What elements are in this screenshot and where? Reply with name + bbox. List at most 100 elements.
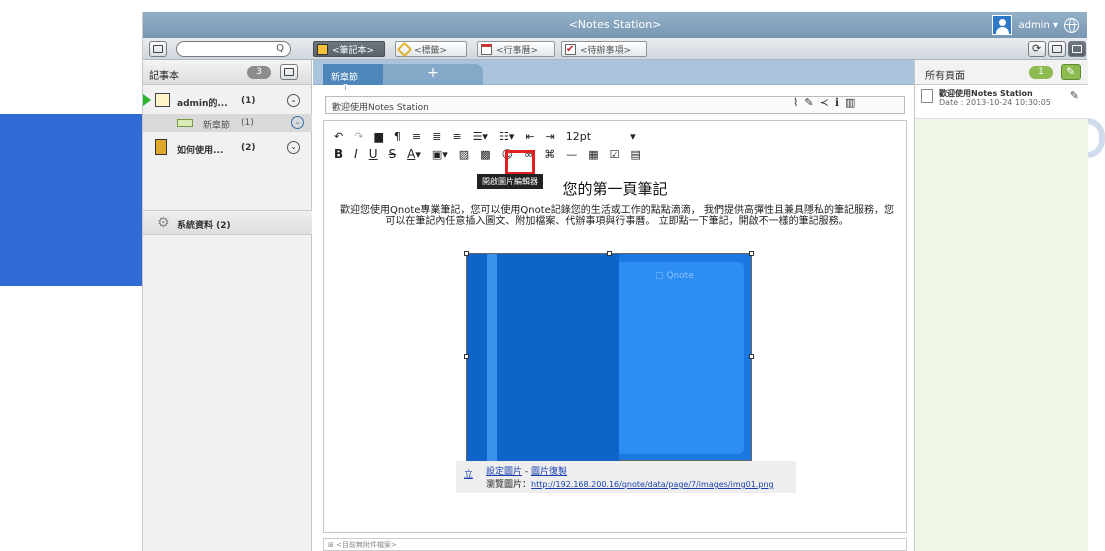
background-decoration [0,114,142,286]
note-image[interactable]: ▢ Qnote [464,251,754,462]
trash-icon[interactable]: ▥ [845,96,861,109]
image-url-link[interactable]: http://192.168.200.16/qnote/data/page/7/… [531,480,774,489]
align-right-icon[interactable]: ≡ [452,130,461,143]
sidebar-item-system[interactable]: ⚙ 系統資料 (2) [143,210,312,235]
resize-handle[interactable] [607,251,612,256]
sidebar-item-section[interactable]: 新章節 (1) ⌄ [143,114,312,132]
resize-handle[interactable] [464,251,469,256]
search-input[interactable]: Q [176,41,291,57]
list-icon [1052,45,1062,53]
page-list-item[interactable]: 歡迎使用Notes Station Date : 2013-10-24 10:3… [915,85,1089,119]
tab-tags[interactable]: <標籤> [395,41,467,57]
resize-handle[interactable] [464,354,469,359]
attachments-bar[interactable]: ⊞ <目前無附件檔案> [323,538,907,551]
chevron-down-icon[interactable]: ⌄ [287,141,300,154]
align-center-icon[interactable]: ≣ [432,130,441,143]
info-icon[interactable]: ℹ [835,96,845,109]
info-icon[interactable]: i [341,84,350,93]
paragraph-icon[interactable]: ¶ [394,130,401,143]
chevron-down-icon[interactable]: ▾ [630,130,636,143]
unlink-icon[interactable]: ⌘ [544,148,555,161]
user-name[interactable]: admin ▾ [1018,20,1058,31]
title-bar: <Notes Station> admin ▾ [143,12,1087,38]
calendar-icon[interactable]: ▤ [631,148,641,161]
image-editor-highlight [505,150,535,175]
tab-section[interactable]: 新章節 i [323,64,383,93]
tag-icon[interactable]: ✎ [804,96,819,109]
notes-station-window: <Notes Station> admin ▾ Q <筆記本> <標籤> <行事… [142,12,1089,551]
undo-icon[interactable]: ↶ [334,130,343,143]
refresh-icon: ⟳ [1032,42,1042,55]
horizontal-rule-icon[interactable]: — [566,148,577,161]
tab-notebook[interactable]: <筆記本> [313,41,385,57]
section-tab-label: 新章節 [331,73,359,83]
user-avatar-icon[interactable] [992,15,1013,35]
font-size-select[interactable]: 12pt [566,130,591,143]
bullet-list-icon[interactable]: ☰▾ [473,130,488,143]
table-icon[interactable]: ▦ [588,148,598,161]
underline-icon[interactable]: U [369,147,378,161]
sidebar-toggle-button[interactable] [149,41,167,57]
sidebar-item-how-to[interactable]: 如何使用... (2) ⌄ [149,138,302,158]
system-label: 系統資料 (2) [177,221,231,231]
numbered-list-icon[interactable]: ☷▾ [499,130,514,143]
note-editor[interactable]: ↶ ↷ ▆ ¶ ≡ ≣ ≡ ☰▾ ☷▾ ⇤ ⇥ 12pt ▾ B I U S A… [323,120,907,533]
background-arc [1087,118,1105,158]
image-bar-mark[interactable]: 立 [464,467,473,480]
resize-handle[interactable] [749,354,754,359]
italic-icon[interactable]: I [354,147,358,161]
outdent-icon[interactable]: ⇤ [525,130,534,143]
notebook-label: 如何使用... [177,146,224,156]
set-image-link[interactable]: 設定圖片 [486,467,522,477]
strikethrough-icon[interactable]: S [389,147,397,161]
redo-icon[interactable]: ↷ [354,130,363,143]
search-icon[interactable]: Q [276,43,284,54]
new-page-button[interactable]: ✎ [1061,64,1081,80]
list-view-button[interactable] [1048,41,1066,57]
print-icon[interactable]: ▆ [374,130,382,143]
pages-panel: 所有頁面 1 ✎ 歡迎使用Notes Station Date : 2013-1… [914,60,1089,551]
user-menu[interactable]: admin ▾ [992,15,1079,35]
pages-header: 所有頁面 1 ✎ [915,60,1088,85]
edit-icon[interactable]: ✎ [1070,89,1079,102]
format-toolbar-row-2: B I U S A▾ ▣▾ ▨ ▩ ☺ ∞ ⌘ — ▦ ☑ ▤ [334,146,641,162]
tab-todo[interactable]: ✔ <待辦事項> [561,41,647,57]
attachment-icon[interactable]: ⌇ [793,96,804,109]
add-section-button[interactable]: + [383,64,483,85]
section-count: (1) [241,118,254,128]
resize-handle[interactable] [749,251,754,256]
restore-image-link[interactable]: 圖片復製 [531,467,567,477]
tab-calendar[interactable]: <行事曆> [477,41,555,57]
chevron-down-icon[interactable]: ⌄ [287,94,300,107]
notebook-page [619,262,744,454]
add-notebook-icon [284,68,294,76]
insert-image-icon[interactable]: ▩ [480,148,490,161]
refresh-button[interactable]: ⟳ [1028,41,1046,57]
tab-label: <標籤> [414,45,448,56]
sidebar-item-admin-notebook[interactable]: admin的... (1) ⌄ [143,91,302,111]
image-editor-icon[interactable]: ▨ [459,148,469,161]
format-toolbar-row-1: ↶ ↷ ▆ ¶ ≡ ≣ ≡ ☰▾ ☷▾ ⇤ ⇥ 12pt ▾ [334,128,636,144]
open-book-icon [155,93,170,107]
page-date: Date : 2013-10-24 10:30:05 [939,98,1051,107]
todo-icon[interactable]: ☑ [610,148,620,161]
section-tab-bar: 新章節 i + [313,60,914,93]
chevron-down-icon[interactable]: ⌄ [291,116,304,129]
note-paragraph: 歡迎您使用Qnote專業筆記，您可以使用Qnote記錄您的生活或工作的點點滴滴，… [340,205,894,227]
notebook-strip [487,254,497,462]
checkbox-icon: ✔ [565,43,576,55]
section-label: 新章節 [203,121,231,131]
layout-button[interactable] [1068,41,1086,57]
bold-icon[interactable]: B [334,147,343,161]
align-left-icon[interactable]: ≡ [412,130,421,143]
separator: - [522,467,531,477]
globe-icon[interactable] [1064,17,1079,33]
notebook-label: admin的... [177,99,228,109]
window-title: <Notes Station> [568,18,662,31]
share-icon[interactable]: ≺ [820,96,835,109]
text-color-icon[interactable]: A▾ [407,147,421,161]
add-notebook-button[interactable] [280,64,298,80]
indent-icon[interactable]: ⇥ [546,130,555,143]
tab-label: <待辦事項> [580,45,632,56]
highlight-color-icon[interactable]: ▣▾ [432,148,448,161]
